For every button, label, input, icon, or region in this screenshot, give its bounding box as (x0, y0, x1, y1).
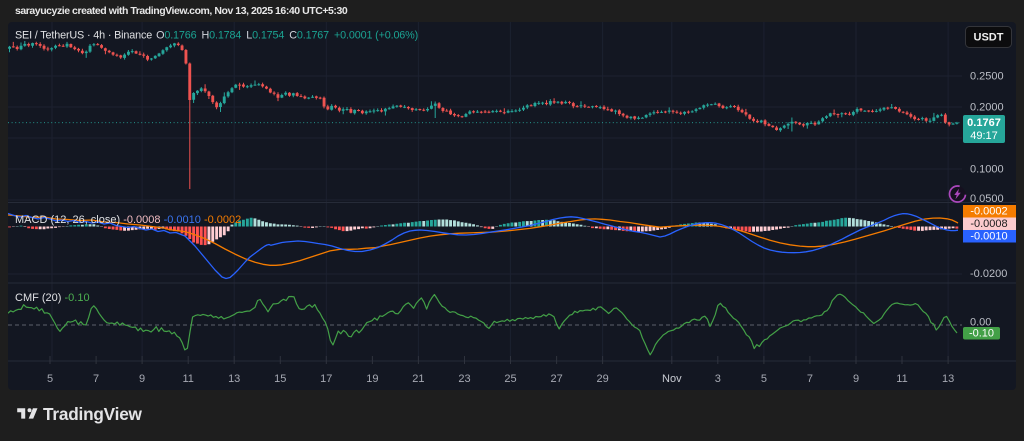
svg-text:0.1000: 0.1000 (970, 164, 1004, 176)
svg-text:21: 21 (412, 373, 424, 385)
svg-text:CMF (20) -0.10: CMF (20) -0.10 (15, 292, 90, 304)
svg-text:13: 13 (228, 373, 240, 385)
svg-text:25: 25 (504, 373, 516, 385)
svg-text:11: 11 (182, 373, 193, 385)
svg-text:9: 9 (853, 373, 859, 385)
svg-text:0.0500: 0.0500 (970, 193, 1004, 205)
svg-text:MACD (12, 26, close) -0.0008 -: MACD (12, 26, close) -0.0008 -0.0010 -0.… (15, 214, 241, 226)
svg-text:11: 11 (896, 373, 907, 385)
svg-text:0.1767: 0.1767 (967, 117, 1001, 129)
svg-text:-0.0002: -0.0002 (970, 206, 1007, 218)
svg-text:-0.0010: -0.0010 (970, 231, 1007, 243)
svg-text:-0.0008: -0.0008 (970, 218, 1007, 230)
svg-text:USDT: USDT (974, 32, 1004, 44)
svg-text:5: 5 (761, 373, 767, 385)
svg-text:27: 27 (550, 373, 562, 385)
svg-text:0.2000: 0.2000 (970, 102, 1004, 114)
svg-text:Nov: Nov (662, 373, 682, 385)
svg-text:3: 3 (715, 373, 721, 385)
svg-text:19: 19 (366, 373, 378, 385)
svg-text:7: 7 (93, 373, 99, 385)
svg-text:17: 17 (320, 373, 332, 385)
svg-text:23: 23 (458, 373, 470, 385)
svg-text:7: 7 (807, 373, 813, 385)
svg-text:-0.10: -0.10 (969, 328, 994, 340)
svg-text:5: 5 (47, 373, 53, 385)
svg-text:9: 9 (139, 373, 145, 385)
svg-text:49:17: 49:17 (970, 130, 998, 142)
svg-text:15: 15 (274, 373, 286, 385)
svg-text:29: 29 (596, 373, 608, 385)
svg-text:-0.0200: -0.0200 (970, 268, 1007, 280)
svg-text:13: 13 (942, 373, 954, 385)
svg-text:0.2500: 0.2500 (970, 71, 1004, 83)
svg-text:SEI / TetherUS · 4h · BinanceO: SEI / TetherUS · 4h · BinanceO0.1766H0.1… (15, 30, 418, 42)
